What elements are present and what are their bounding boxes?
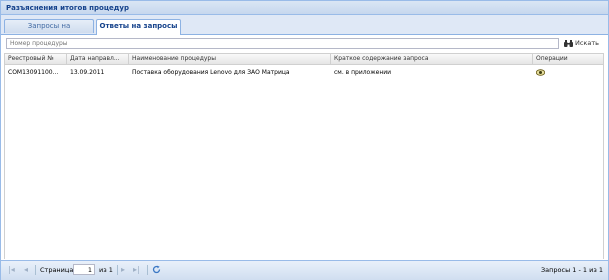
search-button-label: Искать	[575, 39, 599, 47]
cell-date: 13.09.2011	[70, 69, 105, 76]
tab-answers[interactable]: Ответы на запросы	[96, 19, 181, 35]
clarifications-panel: Разъяснения итогов процедур Запросы на р…	[0, 0, 609, 280]
table-row[interactable]: COM13091100... 13.09.2011 Поставка обору…	[4, 67, 604, 78]
grid-body	[4, 53, 604, 259]
search-button[interactable]: Искать	[562, 38, 604, 49]
column-operations[interactable]: Операции	[533, 54, 605, 64]
cell-operations	[532, 67, 604, 78]
pager-toolbar: |◂ ◂ Страница из 1 ▸ ▸| Запросы 1 - 1 из…	[1, 260, 608, 280]
tab-content: Искать Реестровый № Дата направл... Наим…	[1, 35, 608, 260]
binoculars-icon	[564, 40, 573, 47]
panel-title: Разъяснения итогов процедур	[6, 4, 130, 12]
prev-page-icon[interactable]: ◂	[24, 266, 28, 274]
panel-header: Разъяснения итогов процедур	[1, 1, 608, 15]
tab-requests[interactable]: Запросы на разъяснение	[4, 19, 94, 43]
refresh-icon[interactable]	[152, 265, 161, 274]
tab-bar: Запросы на разъяснение Ответы на запросы	[1, 15, 608, 43]
view-eye-icon[interactable]	[536, 69, 545, 76]
pager-status: Запросы 1 - 1 из 1	[541, 266, 603, 274]
cell-procedure-name: Поставка оборудования Lenovo для ЗАО Мат…	[132, 69, 290, 76]
cell-summary: см. в приложении	[334, 69, 392, 76]
last-page-icon[interactable]: ▸|	[133, 266, 140, 274]
cell-registry-no: COM13091100...	[8, 69, 59, 76]
grid-header: Реестровый № Дата направл... Наименовани…	[4, 53, 604, 65]
separator	[117, 265, 118, 275]
separator	[147, 265, 148, 275]
column-registry-no[interactable]: Реестровый №	[5, 54, 67, 64]
separator	[35, 265, 36, 275]
first-page-icon[interactable]: |◂	[8, 266, 15, 274]
procedure-number-input[interactable]	[6, 38, 559, 49]
column-procedure-name[interactable]: Наименование процедуры	[129, 54, 331, 64]
page-number-input[interactable]	[73, 264, 95, 275]
page-of-label: из 1	[99, 266, 113, 274]
next-page-icon[interactable]: ▸	[121, 266, 125, 274]
column-date[interactable]: Дата направл...	[67, 54, 129, 64]
column-summary[interactable]: Краткое содержание запроса	[331, 54, 533, 64]
page-label: Страница	[40, 266, 74, 274]
